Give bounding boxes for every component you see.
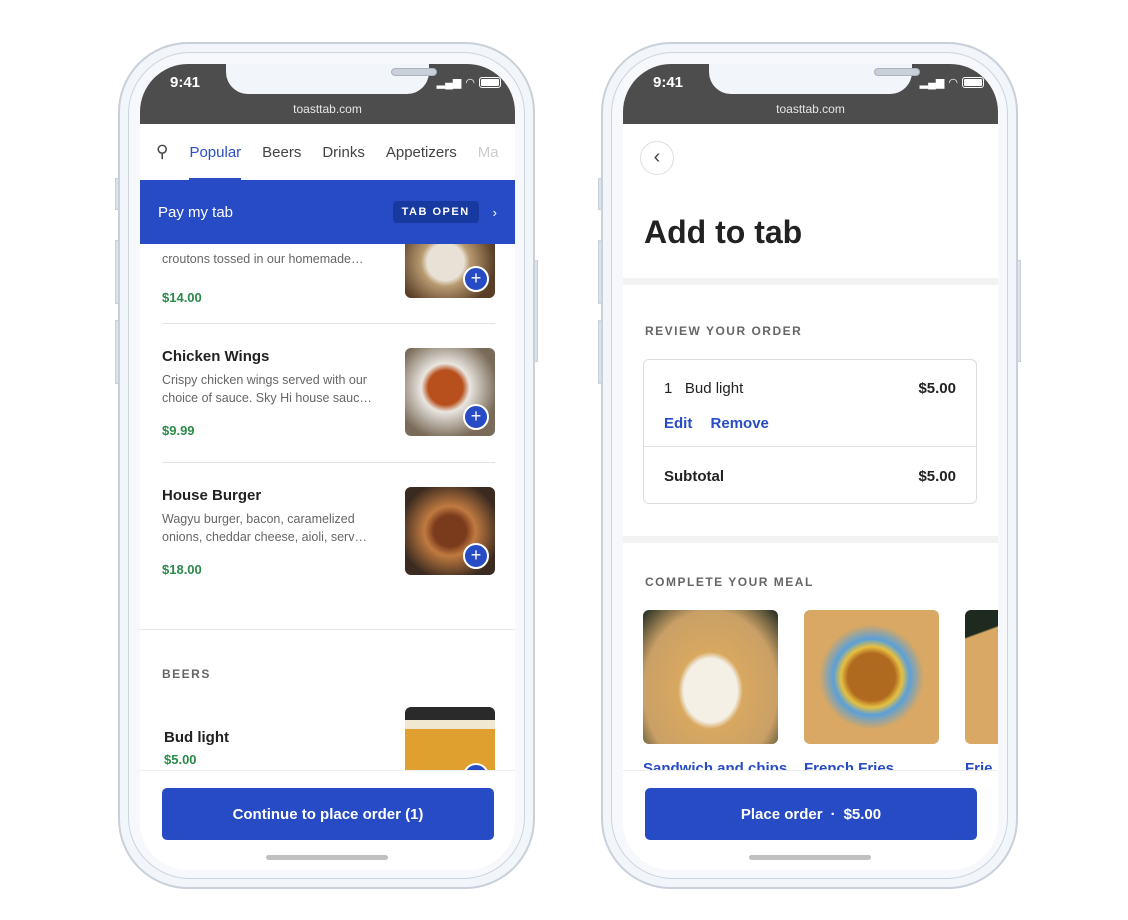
add-item-button[interactable]: +: [463, 404, 489, 430]
suggestion-image: [643, 610, 778, 744]
subtotal-label: Subtotal: [664, 468, 724, 485]
menu-item[interactable]: House Burger Wagyu burger, bacon, carame…: [162, 487, 495, 577]
url-bar[interactable]: toasttab.com: [623, 102, 998, 116]
suggestion-card[interactable]: Sandwich and chips: [643, 610, 787, 777]
item-description: Crispy chicken wings served with our cho…: [162, 373, 372, 405]
menu-item[interactable]: croutons tossed in our homemade… $14.00 …: [162, 238, 495, 305]
chevron-right-icon: ›: [492, 204, 497, 220]
battery-icon: [962, 77, 984, 88]
order-total: $5.00: [843, 805, 882, 823]
tab-open-badge: TAB OPEN: [392, 201, 479, 223]
order-summary-card: 1 Bud light $5.00 Edit Remove Subtotal $…: [643, 359, 977, 504]
wifi-icon: ◠: [948, 77, 958, 89]
item-description: Wagyu burger, bacon, caramelized onions,…: [162, 512, 367, 544]
home-indicator: [266, 855, 388, 860]
bottom-bar: Continue to place order (1): [140, 770, 515, 870]
clock: 9:41: [653, 74, 684, 91]
item-description: croutons tossed in our homemade…: [162, 252, 364, 266]
home-indicator: [749, 855, 871, 860]
suggestion-card[interactable]: French Fries: [804, 610, 939, 777]
line-price: $5.00: [918, 380, 956, 397]
complete-meal-heading: COMPLETE YOUR MEAL: [645, 575, 814, 589]
clock: 9:41: [170, 74, 201, 91]
tab-popular[interactable]: Popular: [189, 144, 241, 180]
pay-my-tab-banner[interactable]: Pay my tab TAB OPEN ›: [140, 180, 515, 244]
remove-link[interactable]: Remove: [711, 415, 769, 432]
subtotal-value: $5.00: [918, 468, 956, 485]
tab-more[interactable]: Ma: [478, 144, 499, 161]
phone-frame-order: 9:41 ▂▄▆ ◠ toasttab.com ‹ Add to tab REVI…: [598, 42, 1021, 889]
url-bar[interactable]: toasttab.com: [140, 102, 515, 116]
menu-item[interactable]: Chicken Wings Crispy chicken wings serve…: [162, 348, 495, 438]
phone-frame-menu: 9:41 ▂▄▆ ◠ toasttab.com ⚲ Popular Beers D…: [115, 42, 538, 889]
battery-icon: [479, 77, 501, 88]
place-order-label: Place order: [740, 805, 823, 823]
item-image: +: [405, 238, 495, 298]
category-tabs: ⚲ Popular Beers Drinks Appetizers Ma: [140, 124, 515, 180]
order-line: 1 Bud light: [664, 380, 743, 397]
suggestion-image: [804, 610, 939, 744]
place-order-button[interactable]: Place order · $5.00: [645, 788, 977, 840]
edit-link[interactable]: Edit: [664, 415, 692, 432]
tab-beers[interactable]: Beers: [262, 144, 301, 161]
section-heading-beers: BEERS: [162, 667, 211, 681]
banner-label: Pay my tab: [158, 203, 234, 221]
tab-appetizers[interactable]: Appetizers: [386, 144, 457, 161]
suggestion-image: [965, 610, 998, 744]
search-icon[interactable]: ⚲: [156, 142, 168, 162]
signal-icon: ▂▄▆: [436, 77, 462, 89]
item-image: +: [405, 487, 495, 575]
order-screen: 9:41 ▂▄▆ ◠ toasttab.com ‹ Add to tab REVI…: [623, 64, 998, 870]
item-image: +: [405, 348, 495, 436]
wifi-icon: ◠: [465, 77, 475, 89]
bottom-bar: Place order · $5.00: [623, 770, 998, 870]
line-quantity: 1: [664, 380, 673, 397]
continue-order-button[interactable]: Continue to place order (1): [162, 788, 494, 840]
tab-drinks[interactable]: Drinks: [322, 144, 365, 161]
status-bar: 9:41 ▂▄▆ ◠ toasttab.com: [140, 64, 515, 124]
back-button[interactable]: ‹: [640, 141, 674, 175]
add-item-button[interactable]: +: [463, 543, 489, 569]
suggestion-card[interactable]: Frie: [965, 610, 998, 777]
line-name: Bud light: [684, 380, 744, 397]
add-item-button[interactable]: +: [463, 266, 489, 292]
status-bar: 9:41 ▂▄▆ ◠ toasttab.com: [623, 64, 998, 124]
review-order-heading: REVIEW YOUR ORDER: [645, 324, 803, 338]
page-title: Add to tab: [644, 214, 803, 250]
signal-icon: ▂▄▆: [919, 77, 945, 89]
menu-screen: 9:41 ▂▄▆ ◠ toasttab.com ⚲ Popular Beers D…: [140, 64, 515, 870]
menu-item[interactable]: Bud light $5.00 +: [162, 707, 495, 795]
